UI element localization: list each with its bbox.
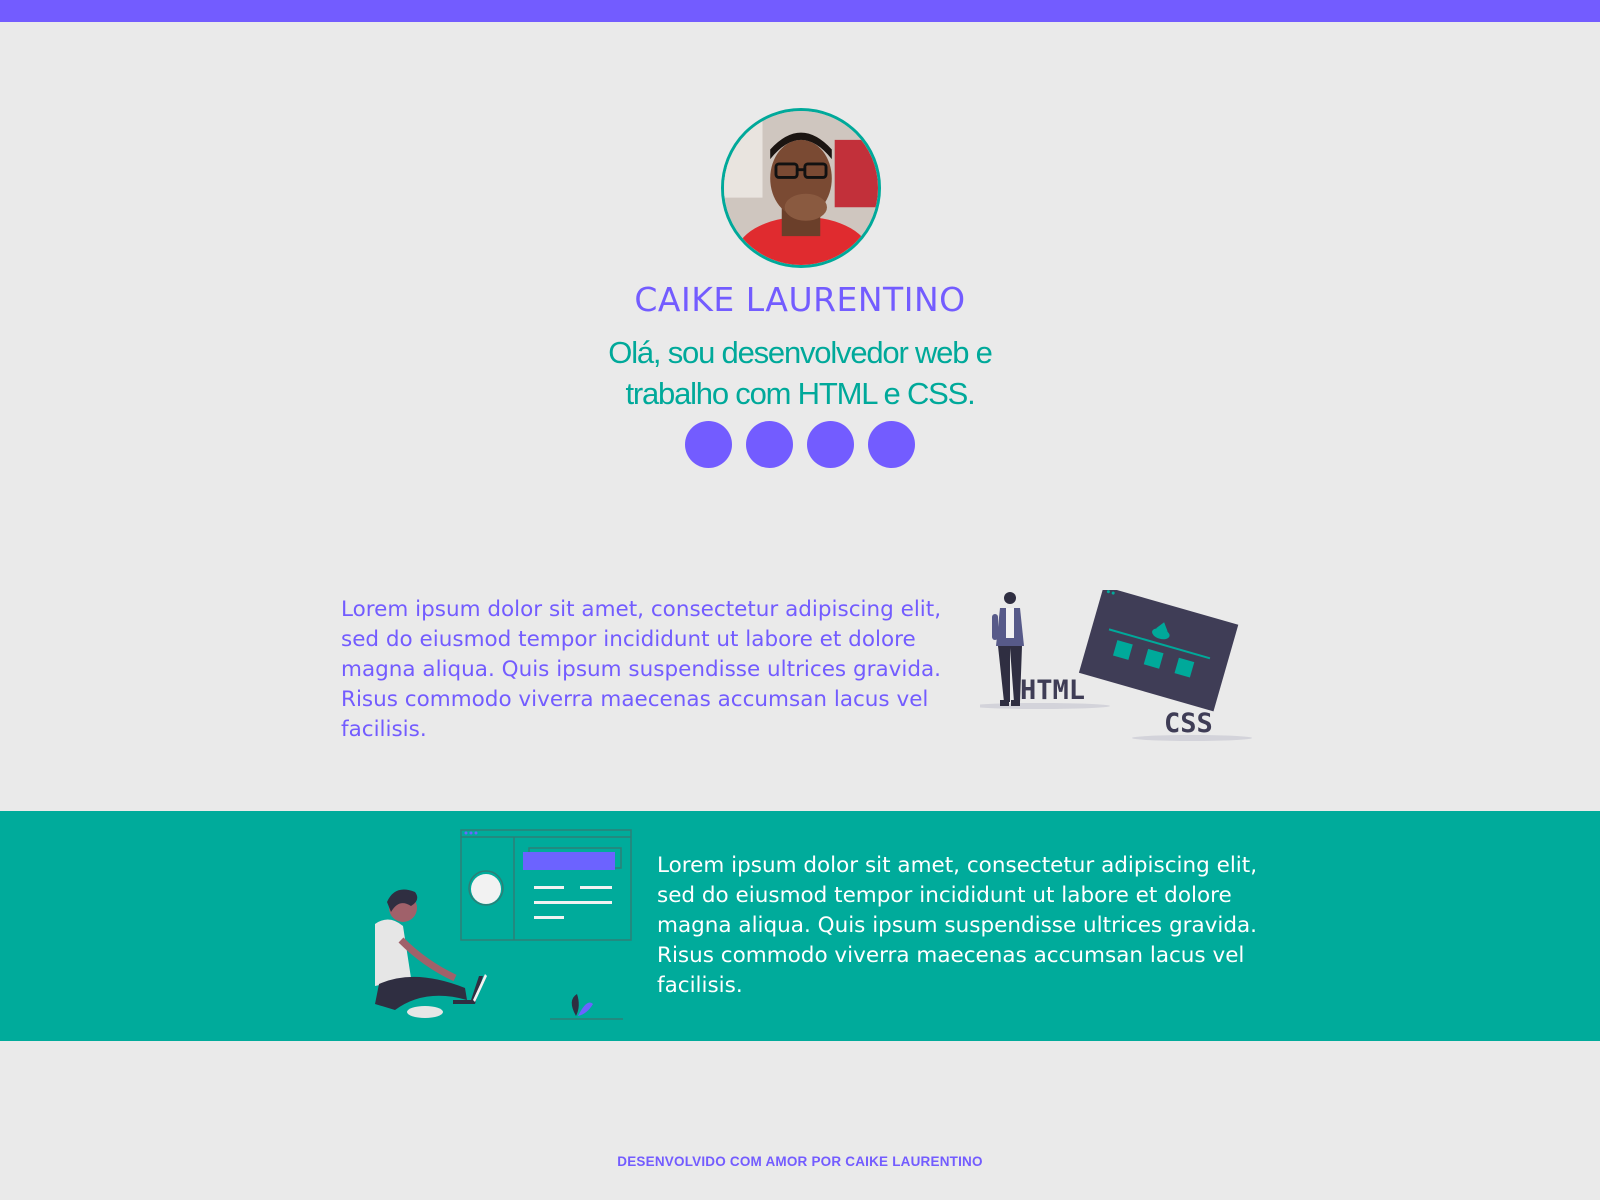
profile-name: CAIKE LAURENTINO (634, 280, 966, 319)
social-link-3[interactable] (807, 421, 854, 468)
profile-avatar (721, 108, 881, 268)
social-link-4[interactable] (868, 421, 915, 468)
css-label: CSS (1164, 708, 1213, 739)
social-link-1[interactable] (685, 421, 732, 468)
profile-tagline: Olá, sou desenvolvedor web e trabalho co… (608, 335, 993, 411)
person-with-laptop-illustration-icon (375, 829, 632, 1020)
social-links (0, 421, 1600, 468)
html-label: HTML (1020, 675, 1085, 706)
profile-photo-icon (724, 111, 878, 265)
about-text: Lorem ipsum dolor sit amet, consectetur … (341, 597, 942, 742)
top-bar (0, 0, 1600, 22)
work-text: Lorem ipsum dolor sit amet, consectetur … (657, 853, 1258, 998)
social-link-2[interactable] (746, 421, 793, 468)
html-css-illustration-icon: HTML CSS (980, 590, 1252, 741)
footer-credit: DESENVOLVIDO COM AMOR POR CAIKE LAURENTI… (617, 1154, 983, 1169)
